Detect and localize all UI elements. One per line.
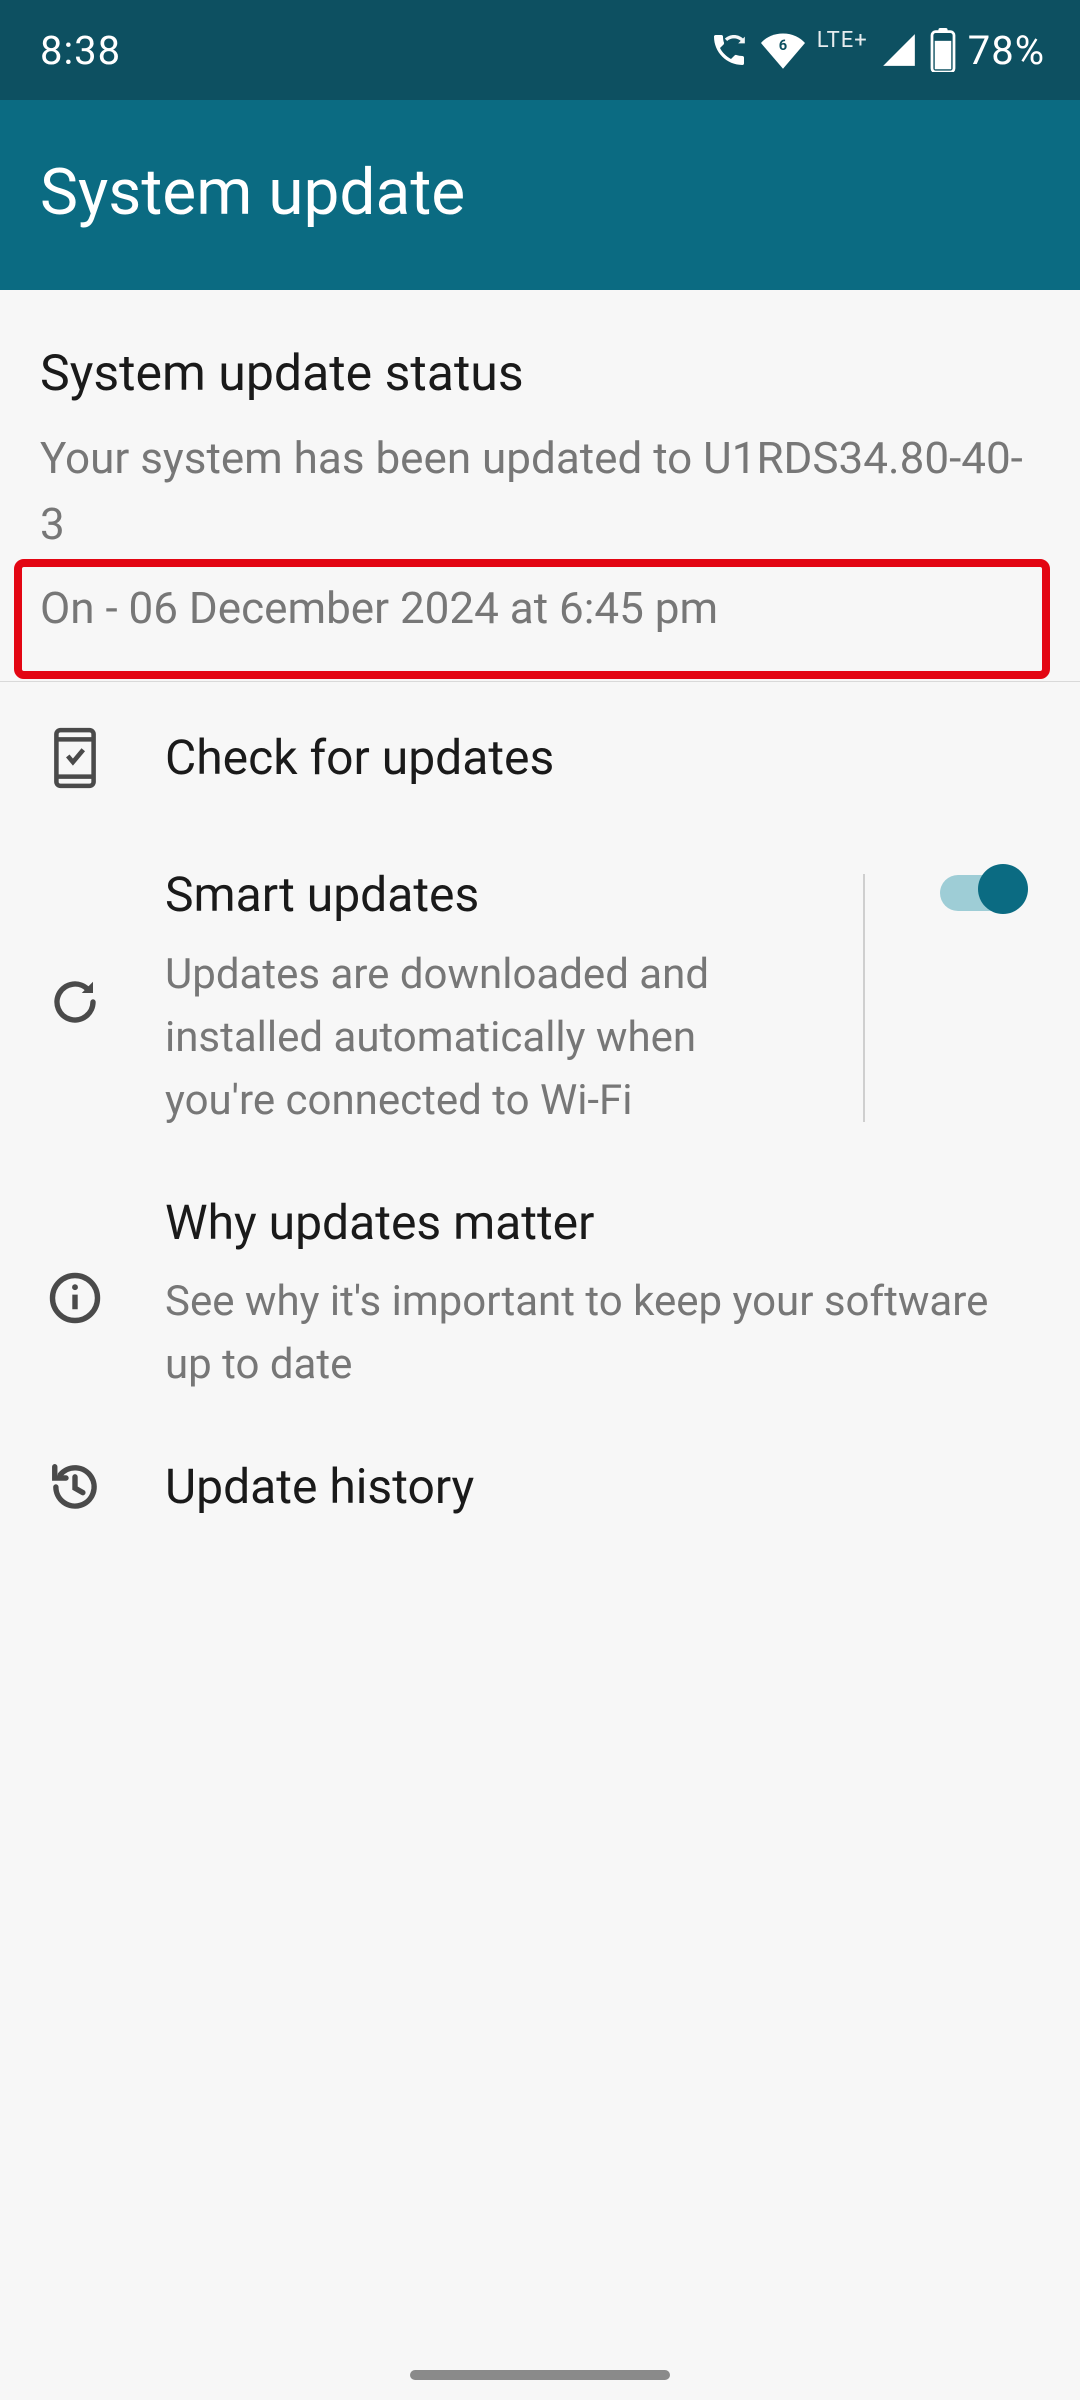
status-title: System update status: [40, 345, 1040, 403]
status-right: 6 LTE+ 78%: [709, 27, 1045, 74]
check-for-updates-label: Check for updates: [165, 727, 1040, 789]
page-title: System update: [40, 155, 1040, 230]
network-label: LTE+: [817, 28, 868, 53]
status-bar: 8:38 6 LTE+ 78%: [0, 0, 1080, 100]
why-updates-desc: See why it's important to keep your soft…: [165, 1270, 1040, 1396]
history-icon: [40, 1460, 110, 1514]
status-date-line: On - 06 December 2024 at 6:45 pm: [40, 575, 1040, 641]
gesture-bar[interactable]: [410, 2370, 670, 2380]
battery-text: 78%: [968, 27, 1045, 74]
update-status-block: System update status Your system has bee…: [0, 290, 1080, 682]
info-icon: [40, 1263, 110, 1325]
svg-text:6: 6: [779, 36, 787, 54]
update-history-row[interactable]: Update history: [0, 1426, 1080, 1548]
smart-updates-desc: Updates are downloaded and installed aut…: [165, 943, 808, 1132]
battery-icon: [930, 28, 956, 72]
why-updates-row[interactable]: Why updates matter See why it's importan…: [0, 1162, 1080, 1426]
smart-updates-row[interactable]: Smart updates Updates are downloaded and…: [0, 834, 1080, 1161]
why-updates-label: Why updates matter: [165, 1192, 1040, 1254]
phone-check-icon: [40, 727, 110, 789]
signal-icon: [880, 31, 918, 69]
wifi-calling-icon: [709, 30, 749, 70]
update-history-label: Update history: [165, 1456, 1040, 1518]
vertical-divider: [863, 874, 865, 1121]
smart-updates-toggle[interactable]: [933, 864, 1028, 914]
check-for-updates-row[interactable]: Check for updates: [0, 682, 1080, 834]
app-header: System update: [0, 100, 1080, 290]
status-version-line: Your system has been updated to U1RDS34.…: [40, 425, 1040, 557]
smart-updates-label: Smart updates: [165, 864, 808, 926]
status-time: 8:38: [40, 27, 121, 74]
refresh-icon: [40, 967, 110, 1029]
wifi-icon: 6: [761, 28, 805, 72]
